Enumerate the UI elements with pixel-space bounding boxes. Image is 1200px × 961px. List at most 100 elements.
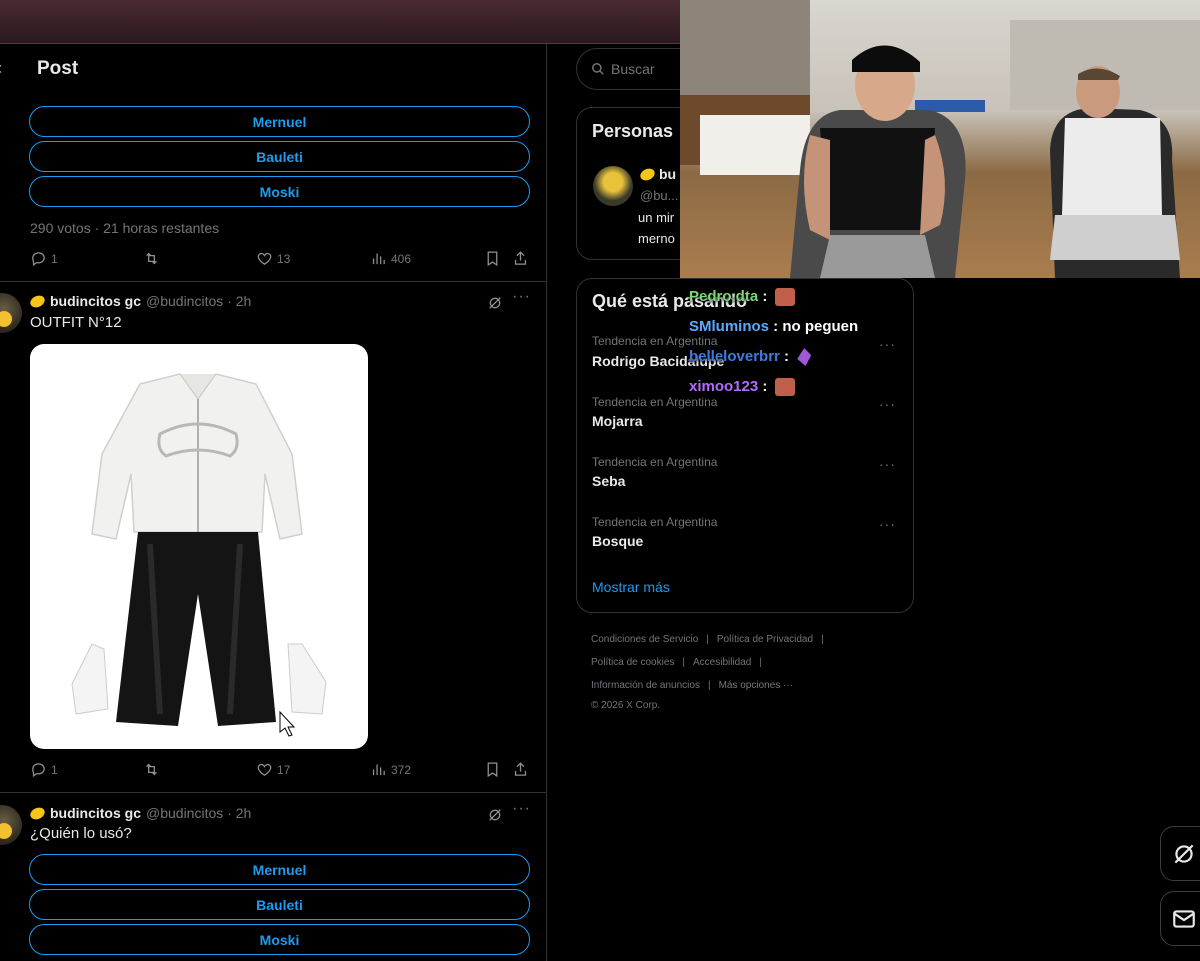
retweet-icon [146, 252, 157, 265]
poll-option-mernuel[interactable]: Mernuel [29, 854, 530, 885]
poll-option-moski[interactable]: Moski [29, 924, 530, 955]
tweet-user-line: budincitos gc @budincitos · 2h [28, 292, 251, 310]
trend-context: Tendencia en Argentina [592, 455, 718, 469]
like-icon [257, 252, 272, 265]
mail-icon [1173, 909, 1195, 928]
grok-floating-button[interactable] [1160, 826, 1200, 881]
people-bio-line: merno [638, 231, 675, 246]
tweet-actions: 1 17 372 [0, 761, 547, 783]
bookmark-button[interactable] [484, 761, 501, 778]
footer-copyright: © 2026 X Corp. [591, 700, 661, 711]
messages-floating-button[interactable] [1160, 891, 1200, 946]
views-icon [372, 253, 385, 265]
people-card-title: Personas [592, 121, 674, 141]
poll-option-moski[interactable]: Moski [29, 176, 530, 207]
avatar[interactable] [593, 166, 633, 206]
trend-more-icon[interactable]: ··· [879, 396, 896, 412]
footer-line: Política de cookies | Accesibilidad | [591, 657, 762, 668]
footer-link-accessibility[interactable]: Accesibilidad [693, 657, 751, 668]
chat-username: ximoo123 [689, 378, 759, 395]
back-arrow-icon[interactable]: ‹ [0, 58, 6, 78]
trend-name[interactable]: Seba [592, 473, 625, 489]
chat-message: Pedro.dta : [689, 288, 795, 307]
show-more-link[interactable]: Mostrar más [592, 579, 670, 595]
poll-option-bauleti[interactable]: Bauleti [29, 141, 530, 172]
views-icon [372, 764, 385, 776]
footer-link-cookies[interactable]: Política de cookies [591, 657, 674, 668]
chat-username: Pedro.dta [689, 288, 759, 305]
bookmark-icon [487, 251, 498, 267]
chat-username: SMluminos [689, 318, 770, 335]
trend-more-icon[interactable]: ··· [879, 336, 896, 352]
lemon-emoji-icon [638, 165, 657, 183]
tweet-text: OUTFIT N°12 [30, 314, 122, 331]
page-title: Post [37, 58, 79, 79]
bookmark-button[interactable] [484, 250, 501, 267]
trend-name[interactable]: Bosque [592, 533, 643, 549]
share-icon [514, 251, 527, 265]
webcam-scene [680, 0, 1200, 278]
trend-name[interactable]: Mojarra [592, 413, 643, 429]
search-placeholder: Buscar [611, 61, 655, 77]
divider [0, 281, 547, 282]
trend-context: Tendencia en Argentina [592, 515, 718, 529]
people-user-line: bu [638, 165, 676, 183]
views-count: 372 [391, 762, 412, 777]
grok-icon[interactable] [487, 807, 503, 823]
trend-more-icon[interactable]: ··· [879, 516, 896, 532]
chat-text: no peguen [782, 318, 859, 335]
views-button[interactable]: 406 [370, 250, 411, 267]
reply-button[interactable]: 1 [30, 250, 58, 267]
user-name[interactable]: budincitos gc [50, 805, 141, 821]
retweet-icon [146, 763, 157, 776]
poll-option-mernuel[interactable]: Mernuel [29, 106, 530, 137]
trend-context: Tendencia en Argentina [592, 334, 718, 348]
footer-link-terms[interactable]: Condiciones de Servicio [591, 634, 698, 645]
divider [0, 792, 547, 793]
like-button[interactable]: 13 [256, 250, 290, 267]
reply-icon [32, 763, 45, 778]
user-handle[interactable]: @budincitos · 2h [146, 805, 251, 821]
poll-option-bauleti[interactable]: Bauleti [29, 889, 530, 920]
poll-meta: 290 votos · 21 horas restantes [30, 220, 220, 236]
people-name[interactable]: bu [659, 166, 676, 182]
reply-count: 1 [51, 251, 58, 266]
share-icon [514, 762, 527, 776]
views-button[interactable]: 372 [370, 761, 411, 778]
search-icon [592, 63, 604, 75]
share-button[interactable] [512, 761, 529, 778]
retweet-button[interactable] [143, 761, 160, 778]
more-options-icon[interactable]: ··· [512, 800, 531, 818]
tweet-text: ¿Quién lo usó? [30, 825, 132, 842]
people-bio-line: un mir [638, 210, 675, 225]
chat-message: belleloverbrr : [689, 348, 812, 367]
views-count: 406 [391, 251, 412, 266]
footer-link-ads[interactable]: Información de anuncios [591, 680, 700, 691]
grok-icon [1174, 844, 1194, 863]
user-handle[interactable]: @budincitos · 2h [146, 293, 251, 309]
lemon-emoji-icon [28, 292, 47, 310]
reply-button[interactable]: 1 [30, 761, 58, 778]
emote-icon [797, 348, 812, 367]
trend-context: Tendencia en Argentina [592, 395, 718, 409]
chat-message: ximoo123 : [689, 378, 795, 397]
people-handle: @bu... [640, 188, 679, 203]
grok-icon[interactable] [487, 295, 503, 311]
retweet-button[interactable] [143, 250, 160, 267]
bookmark-icon [487, 762, 498, 778]
like-icon [257, 763, 272, 776]
footer-link-privacy[interactable]: Política de Privacidad [717, 634, 813, 645]
trend-more-icon[interactable]: ··· [879, 456, 896, 472]
like-button[interactable]: 17 [256, 761, 290, 778]
share-button[interactable] [512, 250, 529, 267]
outfit-illustration [71, 373, 327, 737]
more-options-icon[interactable]: ··· [512, 288, 531, 306]
like-count: 17 [277, 762, 291, 777]
lemon-emoji-icon [28, 804, 47, 822]
footer-link-more[interactable]: Más opciones ··· [719, 680, 793, 691]
chat-username: belleloverbrr [689, 348, 780, 365]
footer-line: Información de anuncios | Más opciones ··· [591, 680, 794, 691]
outfit-image[interactable] [30, 344, 368, 749]
user-name[interactable]: budincitos gc [50, 293, 141, 309]
tweet-actions: 1 13 406 [0, 250, 547, 272]
